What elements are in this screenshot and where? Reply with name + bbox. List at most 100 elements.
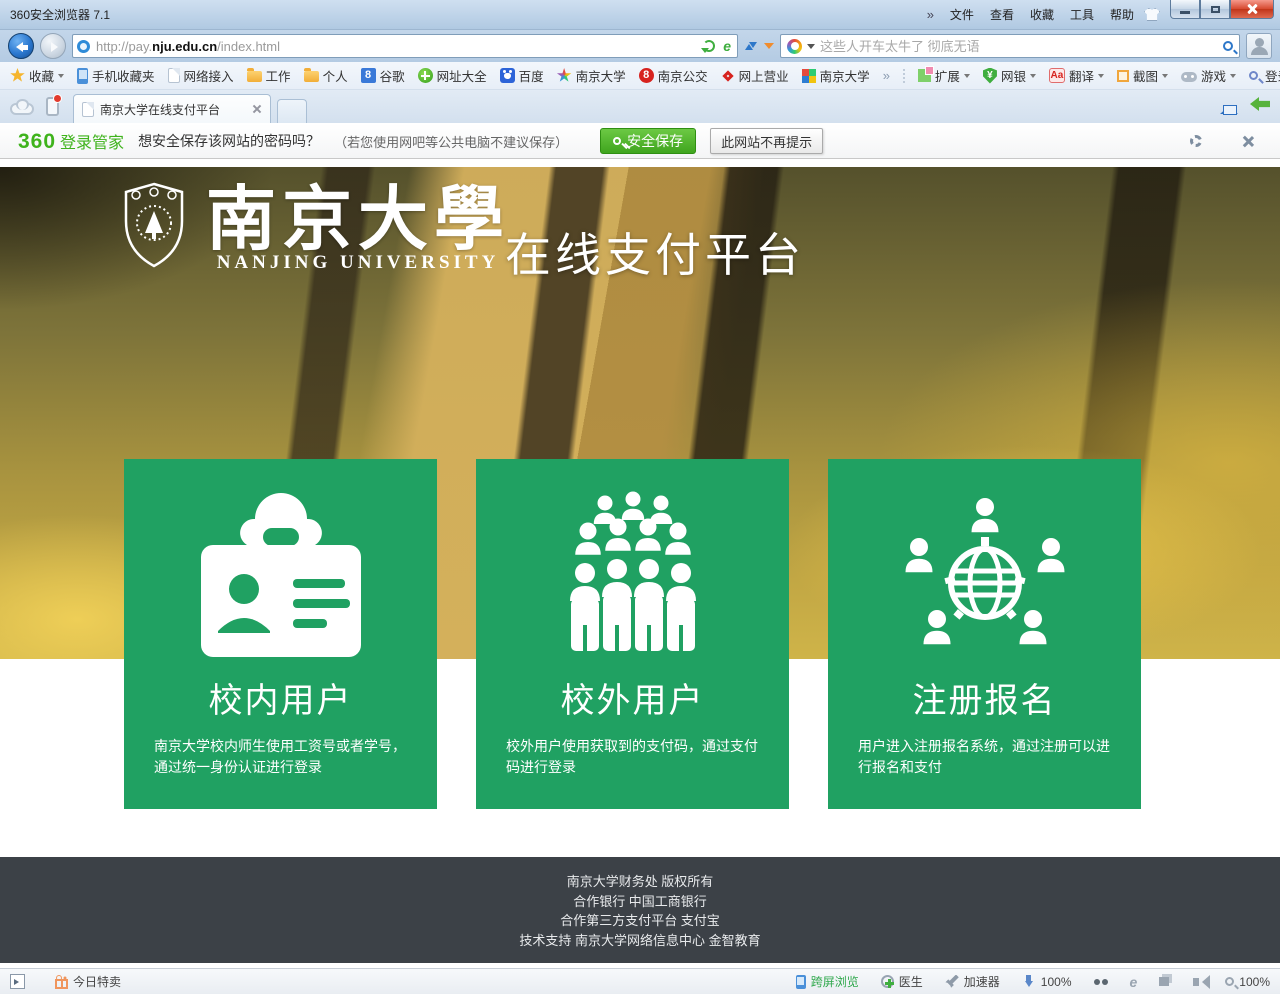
gear-icon[interactable] [1190, 135, 1202, 147]
tool-extensions[interactable]: 扩展 [918, 66, 970, 85]
dismiss-site-button[interactable]: 此网站不再提示 [710, 128, 823, 154]
switch-engine-icon[interactable] [744, 39, 758, 53]
baidu-paw-icon [500, 68, 515, 83]
incognito-icon[interactable] [1094, 979, 1100, 985]
close-button[interactable] [1230, 0, 1274, 19]
tab-favicon [82, 102, 94, 117]
mobile-notification-icon[interactable] [46, 97, 59, 116]
university-logo: 南京大學 NANJING UNIVERSITY [122, 181, 510, 274]
address-bar: http://pay.nju.edu.cn/index.html e [0, 30, 1280, 62]
accelerator[interactable]: 加速器 [945, 973, 1000, 990]
key-icon [613, 137, 621, 145]
site-title: 在线支付平台 [505, 219, 805, 285]
search-box[interactable] [780, 34, 1240, 58]
menu-view[interactable]: 查看 [990, 6, 1014, 23]
home-icon[interactable] [1220, 97, 1238, 113]
chevron-down-icon [1162, 74, 1168, 81]
logo-chinese-calligraphy: 南京大學 [206, 181, 510, 258]
password-prompt: 想安全保存该网站的密码吗？ [138, 131, 320, 151]
download-speed[interactable]: 100% [1022, 975, 1072, 989]
ie-engine-icon[interactable]: e [1130, 975, 1138, 989]
url-field[interactable]: http://pay.nju.edu.cn/index.html e [72, 34, 738, 58]
bookmark-personal-folder[interactable]: 个人 [304, 66, 348, 85]
back-icon [16, 42, 23, 52]
search-engine-dropdown-icon[interactable] [807, 44, 815, 53]
card-external-users[interactable]: 校外用户 校外用户使用获取到的支付码，通过支付码进行登录 [476, 459, 789, 809]
card-description: 校外用户使用获取到的支付码，通过支付码进行登录 [506, 736, 759, 778]
chevron-down-icon [1098, 74, 1104, 81]
logo-english: NANJING UNIVERSITY [206, 252, 510, 274]
card-registration[interactable]: 注册报名 用户进入注册报名系统，通过注册可以进行报名和支付 [828, 459, 1141, 809]
windows-stack-icon[interactable] [1159, 977, 1169, 986]
footer-line: 技术支持 南京大学网络信息中心 金智教育 [0, 931, 1280, 951]
user-avatar[interactable] [1246, 33, 1272, 59]
restore-button[interactable] [1200, 0, 1230, 19]
cross-screen-browse[interactable]: 跨屏浏览 [796, 973, 859, 990]
close-icon [1246, 3, 1258, 15]
search-input[interactable] [820, 39, 1218, 54]
card-title: 注册报名 [828, 673, 1141, 722]
cloud-sync-icon[interactable] [10, 103, 34, 115]
menu-favorites[interactable]: 收藏 [1030, 6, 1054, 23]
shield-yuan-icon: ¥ [983, 68, 997, 84]
forward-button[interactable] [40, 33, 66, 59]
footer-line: 合作第三方支付平台 支付宝 [0, 911, 1280, 931]
bookmark-work-folder[interactable]: 工作 [247, 66, 291, 85]
zoom-icon [1225, 977, 1234, 986]
globe-users-icon [885, 485, 1085, 665]
bookmarks-overflow-icon[interactable]: » [883, 68, 890, 83]
new-tab-button[interactable] [277, 99, 307, 123]
star-icon [10, 68, 25, 83]
bookmark-online-business[interactable]: 网上营业 [721, 66, 789, 85]
bookmark-google[interactable]: 8谷歌 [361, 66, 405, 85]
screenshot-icon [1117, 70, 1129, 82]
bookmark-nju-2[interactable]: 南京大学 [802, 66, 870, 85]
card-description: 用户进入注册报名系统，通过注册可以进行报名和支付 [858, 736, 1111, 778]
page-icon [168, 68, 180, 83]
menu-help[interactable]: 帮助 [1110, 6, 1134, 23]
minimize-button[interactable] [1170, 0, 1200, 19]
google-icon: 8 [361, 68, 376, 83]
bookmark-mobile-favorites[interactable]: 手机收藏夹 [77, 66, 155, 85]
ie-compat-icon[interactable]: e [723, 39, 731, 53]
refresh-icon[interactable] [703, 40, 715, 52]
window-titlebar: 360安全浏览器 7.1 » 文件 查看 收藏 工具 帮助 [0, 0, 1280, 30]
tool-games[interactable]: 游戏 [1181, 66, 1236, 85]
today-deals[interactable]: 今日特卖 [55, 973, 121, 990]
menu-tools[interactable]: 工具 [1070, 6, 1094, 23]
skin-icon[interactable] [1144, 8, 1160, 21]
tool-ebank[interactable]: ¥网银 [983, 66, 1036, 85]
back-button[interactable] [8, 33, 34, 59]
gamepad-icon [1181, 72, 1197, 82]
tab-close-icon[interactable] [252, 104, 262, 114]
save-password-button[interactable]: 安全保存 [600, 128, 696, 154]
menu-overflow-icon[interactable]: » [927, 7, 934, 22]
bookmark-baidu[interactable]: 百度 [500, 66, 544, 85]
browser-doctor[interactable]: 医生 [881, 973, 923, 990]
url-text[interactable]: http://pay.nju.edu.cn/index.html [96, 39, 697, 54]
separator [903, 69, 905, 83]
tool-translate[interactable]: Aa翻译 [1049, 66, 1104, 85]
search-engine-icon[interactable] [787, 39, 802, 54]
card-title: 校内用户 [124, 673, 437, 722]
menu-file[interactable]: 文件 [950, 6, 974, 23]
bookmark-nanjing-bus[interactable]: 8南京公交 [639, 66, 708, 85]
tool-login-manager[interactable]: 登录管家 [1249, 66, 1280, 85]
dropdown-icon[interactable] [764, 43, 774, 54]
bookmarks-bar: 收藏 手机收藏夹 网络接入 工作 个人 8谷歌 网址大全 百度 南京大学 8南京… [0, 62, 1280, 90]
tab-active[interactable]: 南京大学在线支付平台 [73, 94, 271, 123]
close-bar-icon[interactable] [1242, 135, 1254, 147]
card-internal-users[interactable]: 校内用户 南京大学校内师生使用工资号或者学号，通过统一身份认证进行登录 [124, 459, 437, 809]
knot-icon [722, 70, 733, 81]
bookmark-nju[interactable]: 南京大学 [557, 66, 626, 85]
speaker-icon[interactable] [1193, 978, 1199, 986]
tool-screenshot[interactable]: 截图 [1117, 66, 1168, 85]
bookmark-site-directory[interactable]: 网址大全 [418, 66, 487, 85]
search-icon[interactable] [1223, 41, 1233, 51]
zoom-level[interactable]: 100% [1225, 975, 1270, 989]
sidebar-toggle-icon[interactable] [10, 974, 25, 989]
bookmark-network-access[interactable]: 网络接入 [168, 66, 234, 85]
bookmark-favorites[interactable]: 收藏 [10, 66, 64, 85]
restore-tab-icon[interactable] [1250, 97, 1270, 111]
four-squares-icon [802, 69, 816, 83]
